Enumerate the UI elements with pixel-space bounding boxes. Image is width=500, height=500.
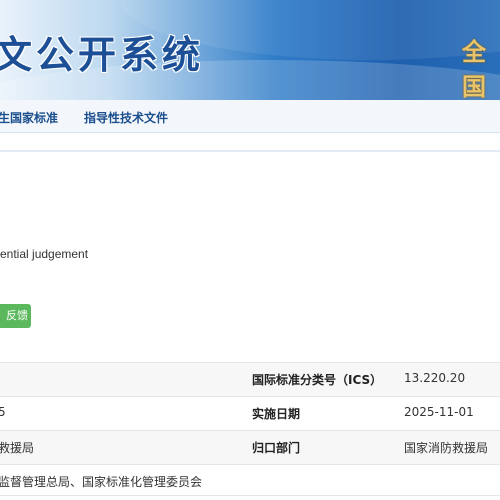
header-banner: 文公开系统 全国 — [0, 0, 500, 100]
emblem-text: 全国 — [462, 37, 486, 100]
nav-divider — [0, 150, 500, 152]
nav-item-technical-guidance[interactable]: 指导性技术文件 — [84, 109, 168, 126]
table-value: 13.220.20 — [404, 371, 466, 385]
feedback-button[interactable]: 反馈 — [0, 304, 31, 328]
table-cell: 监督管理总局、国家标准化管理委员会 — [0, 475, 203, 489]
table-label: 归口部门 — [252, 441, 301, 455]
table-row: 国际标准分类号（ICS） 13.220.20 — [0, 362, 500, 396]
table-value: 2025-11-01 — [404, 405, 474, 419]
table-cell: 5 — [0, 405, 6, 419]
english-title: ential judgement — [0, 247, 89, 261]
table-row: 救援局 归口部门 国家消防救援局 — [0, 430, 500, 464]
table-cell: 救援局 — [0, 441, 35, 455]
table-row: 5 实施日期 2025-11-01 — [0, 396, 500, 430]
site-title: 文公开系统 — [0, 32, 205, 77]
table-label: 国际标准分类号（ICS） — [252, 373, 383, 387]
nav-item-national-standards[interactable]: 生国家标准 — [0, 109, 58, 126]
table-row: 监督管理总局、国家标准化管理委员会 — [0, 464, 500, 496]
main-nav: 生国家标准 指导性技术文件 — [0, 100, 500, 133]
info-table: 国际标准分类号（ICS） 13.220.20 5 实施日期 2025-11-01… — [0, 362, 500, 496]
table-value: 国家消防救援局 — [404, 441, 489, 455]
table-label: 实施日期 — [252, 407, 301, 421]
